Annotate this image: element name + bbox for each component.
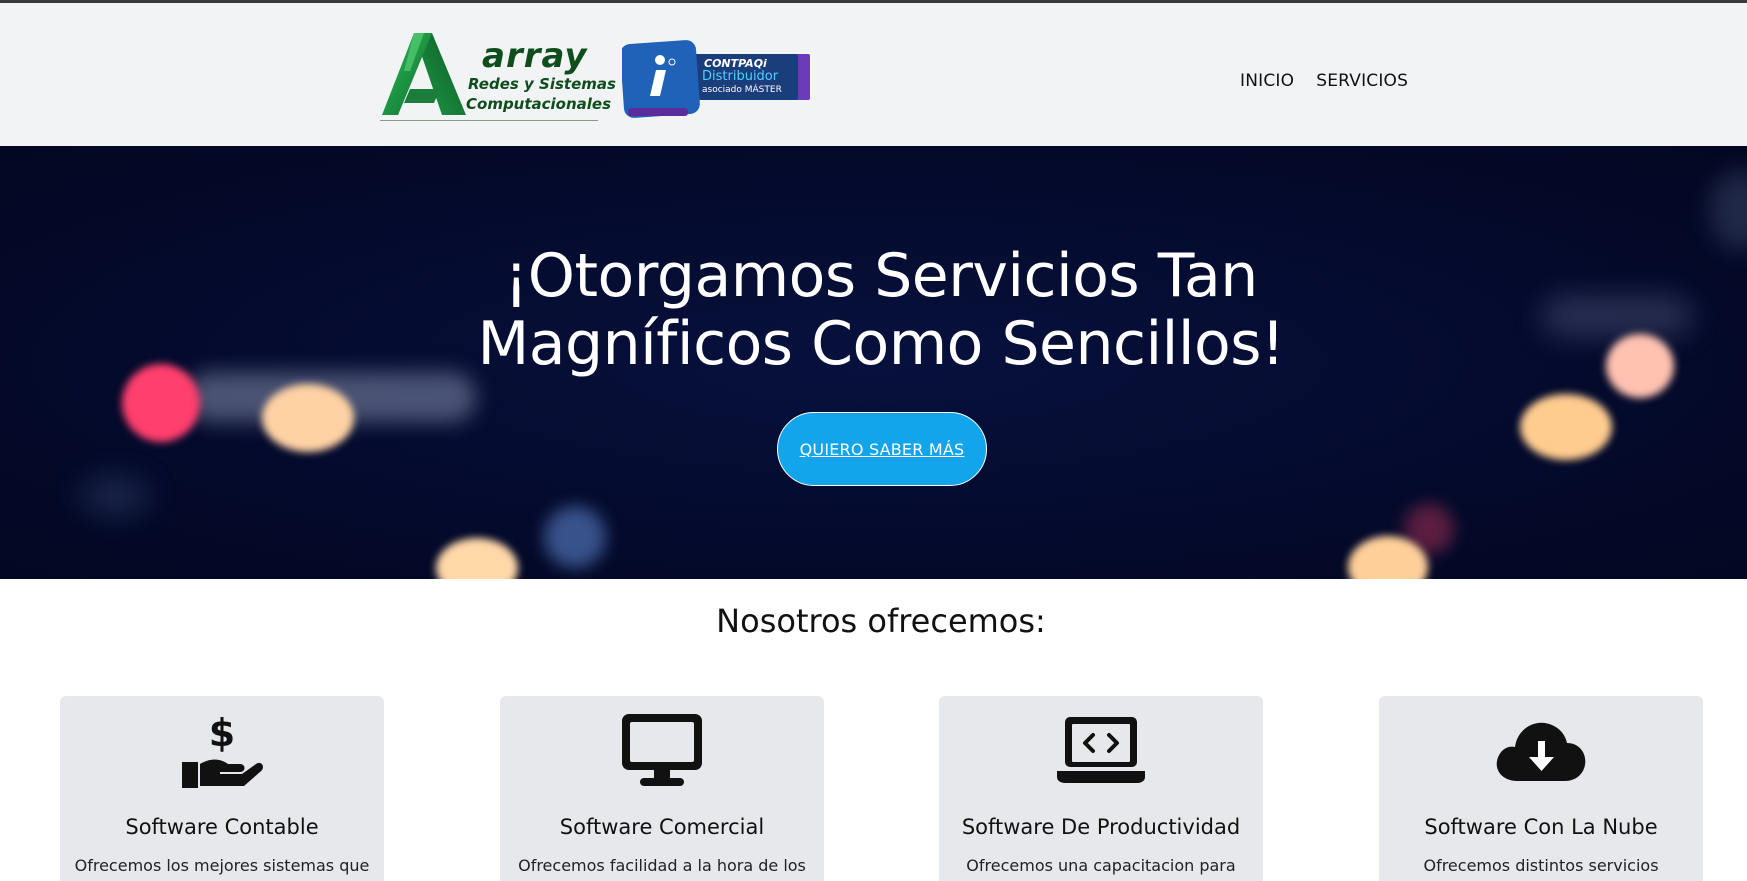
icon-wrap (500, 712, 824, 788)
service-card-desc: Ofrecemos una capacitacion para (966, 856, 1236, 875)
service-card-desc: Ofrecemos distintos servicios (1423, 856, 1659, 875)
array-logo-underline (380, 120, 598, 121)
desktop-icon (622, 714, 702, 786)
bokeh-light (436, 538, 518, 579)
array-logo-line1: Redes y Sistemas (468, 75, 616, 93)
service-card-title: Software Comercial (559, 815, 765, 839)
bokeh-light (80, 476, 150, 516)
contpaqi-logo[interactable]: CONTPAQi Distribuidor asociado MÁSTER (622, 36, 812, 120)
service-card-comercial[interactable]: Software Comercial Ofrecemos facilidad a… (500, 696, 824, 881)
hand-dollar-icon: $ (182, 712, 263, 788)
hero-banner: ¡Otorgamos Servicios Tan Magníficos Como… (0, 146, 1747, 579)
service-card-nube[interactable]: Software Con La Nube Ofrecemos distintos… (1379, 696, 1703, 881)
nav-link-servicios[interactable]: SERVICIOS (1316, 71, 1408, 91)
icon-wrap: $ (60, 712, 384, 788)
service-card-title: Software Contable (125, 815, 319, 839)
laptop-code-icon (1057, 717, 1145, 783)
bokeh-light (262, 384, 354, 452)
bokeh-light (1520, 394, 1612, 460)
hero-title-line1: ¡Otorgamos Servicios Tan (504, 241, 1258, 311)
services-title: Nosotros ofrecemos: (716, 602, 1046, 640)
array-logo[interactable]: array Redes y Sistemas Computacionales (380, 31, 616, 123)
array-logo-mark-icon (382, 33, 466, 115)
service-card-productividad[interactable]: Software De Productividad Ofrecemos una … (939, 696, 1263, 881)
service-card-title: Software Con La Nube (1424, 815, 1658, 839)
main-nav: INICIO SERVICIOS (1240, 71, 1408, 91)
svg-text:$: $ (209, 712, 235, 755)
icon-wrap (1379, 712, 1703, 788)
array-logo-brand: array (482, 36, 588, 76)
contpaqi-logo-asociado: asociado MÁSTER (702, 85, 782, 95)
page: array Redes y Sistemas Computacionales C… (0, 0, 1747, 881)
hero-title-line2: Magníficos Como Sencillos! (477, 309, 1285, 379)
bokeh-light (1710, 170, 1747, 250)
service-card-contable[interactable]: $ Software Contable Ofrecemos los mejore… (60, 696, 384, 881)
nav-link-inicio[interactable]: INICIO (1240, 71, 1294, 91)
bokeh-light (544, 506, 606, 568)
quiero-saber-mas-button[interactable]: QUIERO SABER MÁS (777, 412, 987, 486)
service-card-desc: Ofrecemos los mejores sistemas que (74, 856, 370, 875)
site-header: array Redes y Sistemas Computacionales C… (0, 0, 1747, 146)
contpaqi-logo-distribuidor: Distribuidor (702, 69, 779, 84)
service-card-desc: Ofrecemos facilidad a la hora de los (518, 856, 806, 875)
icon-wrap (939, 712, 1263, 788)
array-logo-line2: Computacionales (466, 95, 612, 113)
hero-title: ¡Otorgamos Servicios Tan Magníficos Como… (0, 242, 1747, 378)
cloud-download-icon (1496, 722, 1586, 781)
service-card-title: Software De Productividad (961, 815, 1241, 839)
